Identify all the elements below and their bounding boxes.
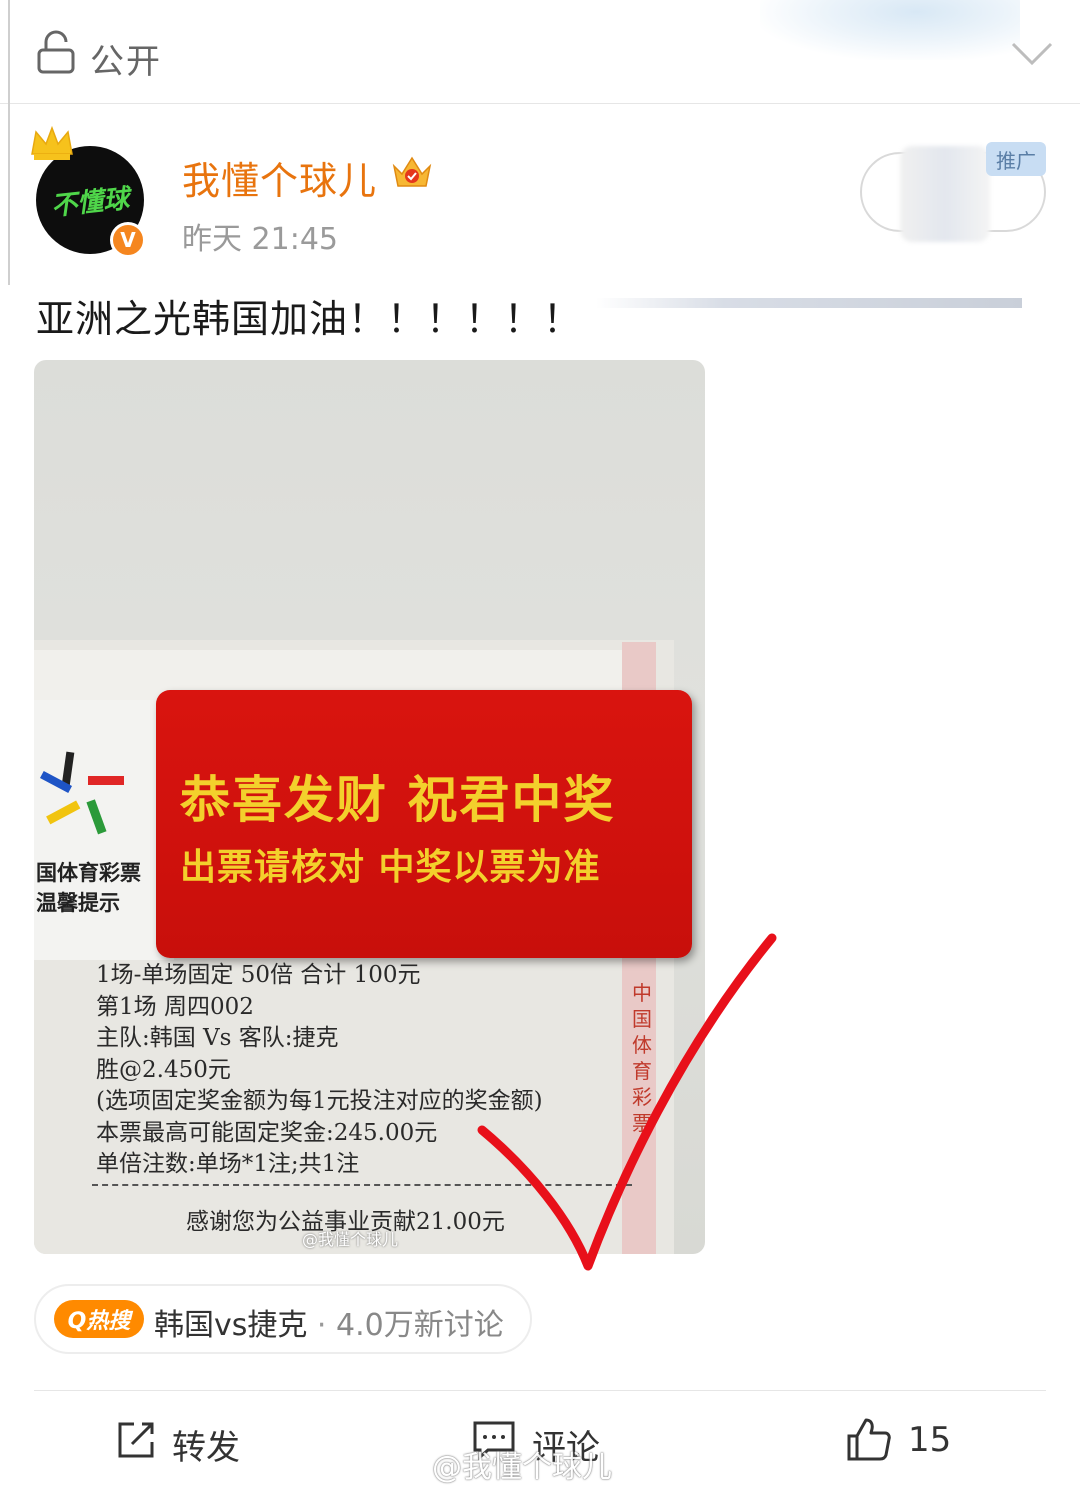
follow-button-blurred — [900, 146, 990, 242]
repost-button[interactable]: 转发 — [172, 1420, 240, 1469]
ad-badge: 推广 — [986, 142, 1046, 176]
chevron-down-icon[interactable] — [1010, 40, 1054, 68]
post-time: 昨天 21:45 — [182, 222, 338, 257]
action-divider — [34, 1390, 1046, 1391]
username[interactable]: 我懂个球儿 — [182, 150, 377, 205]
like-count[interactable]: 15 — [908, 1420, 951, 1460]
visibility-label[interactable]: 公开 — [90, 34, 162, 83]
red-sign-line2: 出票请核对 中奖以票为准 — [180, 847, 601, 888]
visibility-bar[interactable] — [0, 0, 1080, 104]
sky-decoration — [760, 0, 1020, 60]
left-edge-line — [8, 0, 10, 285]
post-text: 亚洲之光韩国加油！！！！！！ — [36, 297, 583, 341]
lottery-logo-icon — [39, 751, 124, 835]
hot-search-badge: Q热搜 — [54, 1300, 144, 1338]
image-watermark: @我懂个球儿 — [302, 1230, 399, 1249]
like-icon[interactable] — [846, 1416, 892, 1462]
bottom-watermark: @我懂个球儿 — [432, 1450, 612, 1485]
notice-card-text: 国体育彩票 温馨提示 — [36, 861, 141, 915]
repost-icon[interactable] — [116, 1420, 156, 1460]
blurred-text-line — [596, 298, 1022, 308]
hot-search-text[interactable]: 韩国vs捷克 · 4.0万新讨论 — [154, 1300, 504, 1344]
vip-crown-icon[interactable] — [390, 152, 434, 192]
red-check-mark-icon — [477, 933, 777, 1271]
red-sign-line1: 恭喜发财 祝君中奖 — [180, 771, 616, 829]
verified-icon: V — [110, 222, 146, 258]
crown-icon — [31, 125, 73, 160]
lock-icon — [37, 30, 75, 74]
avatar-text: 不懂球 — [49, 183, 131, 222]
